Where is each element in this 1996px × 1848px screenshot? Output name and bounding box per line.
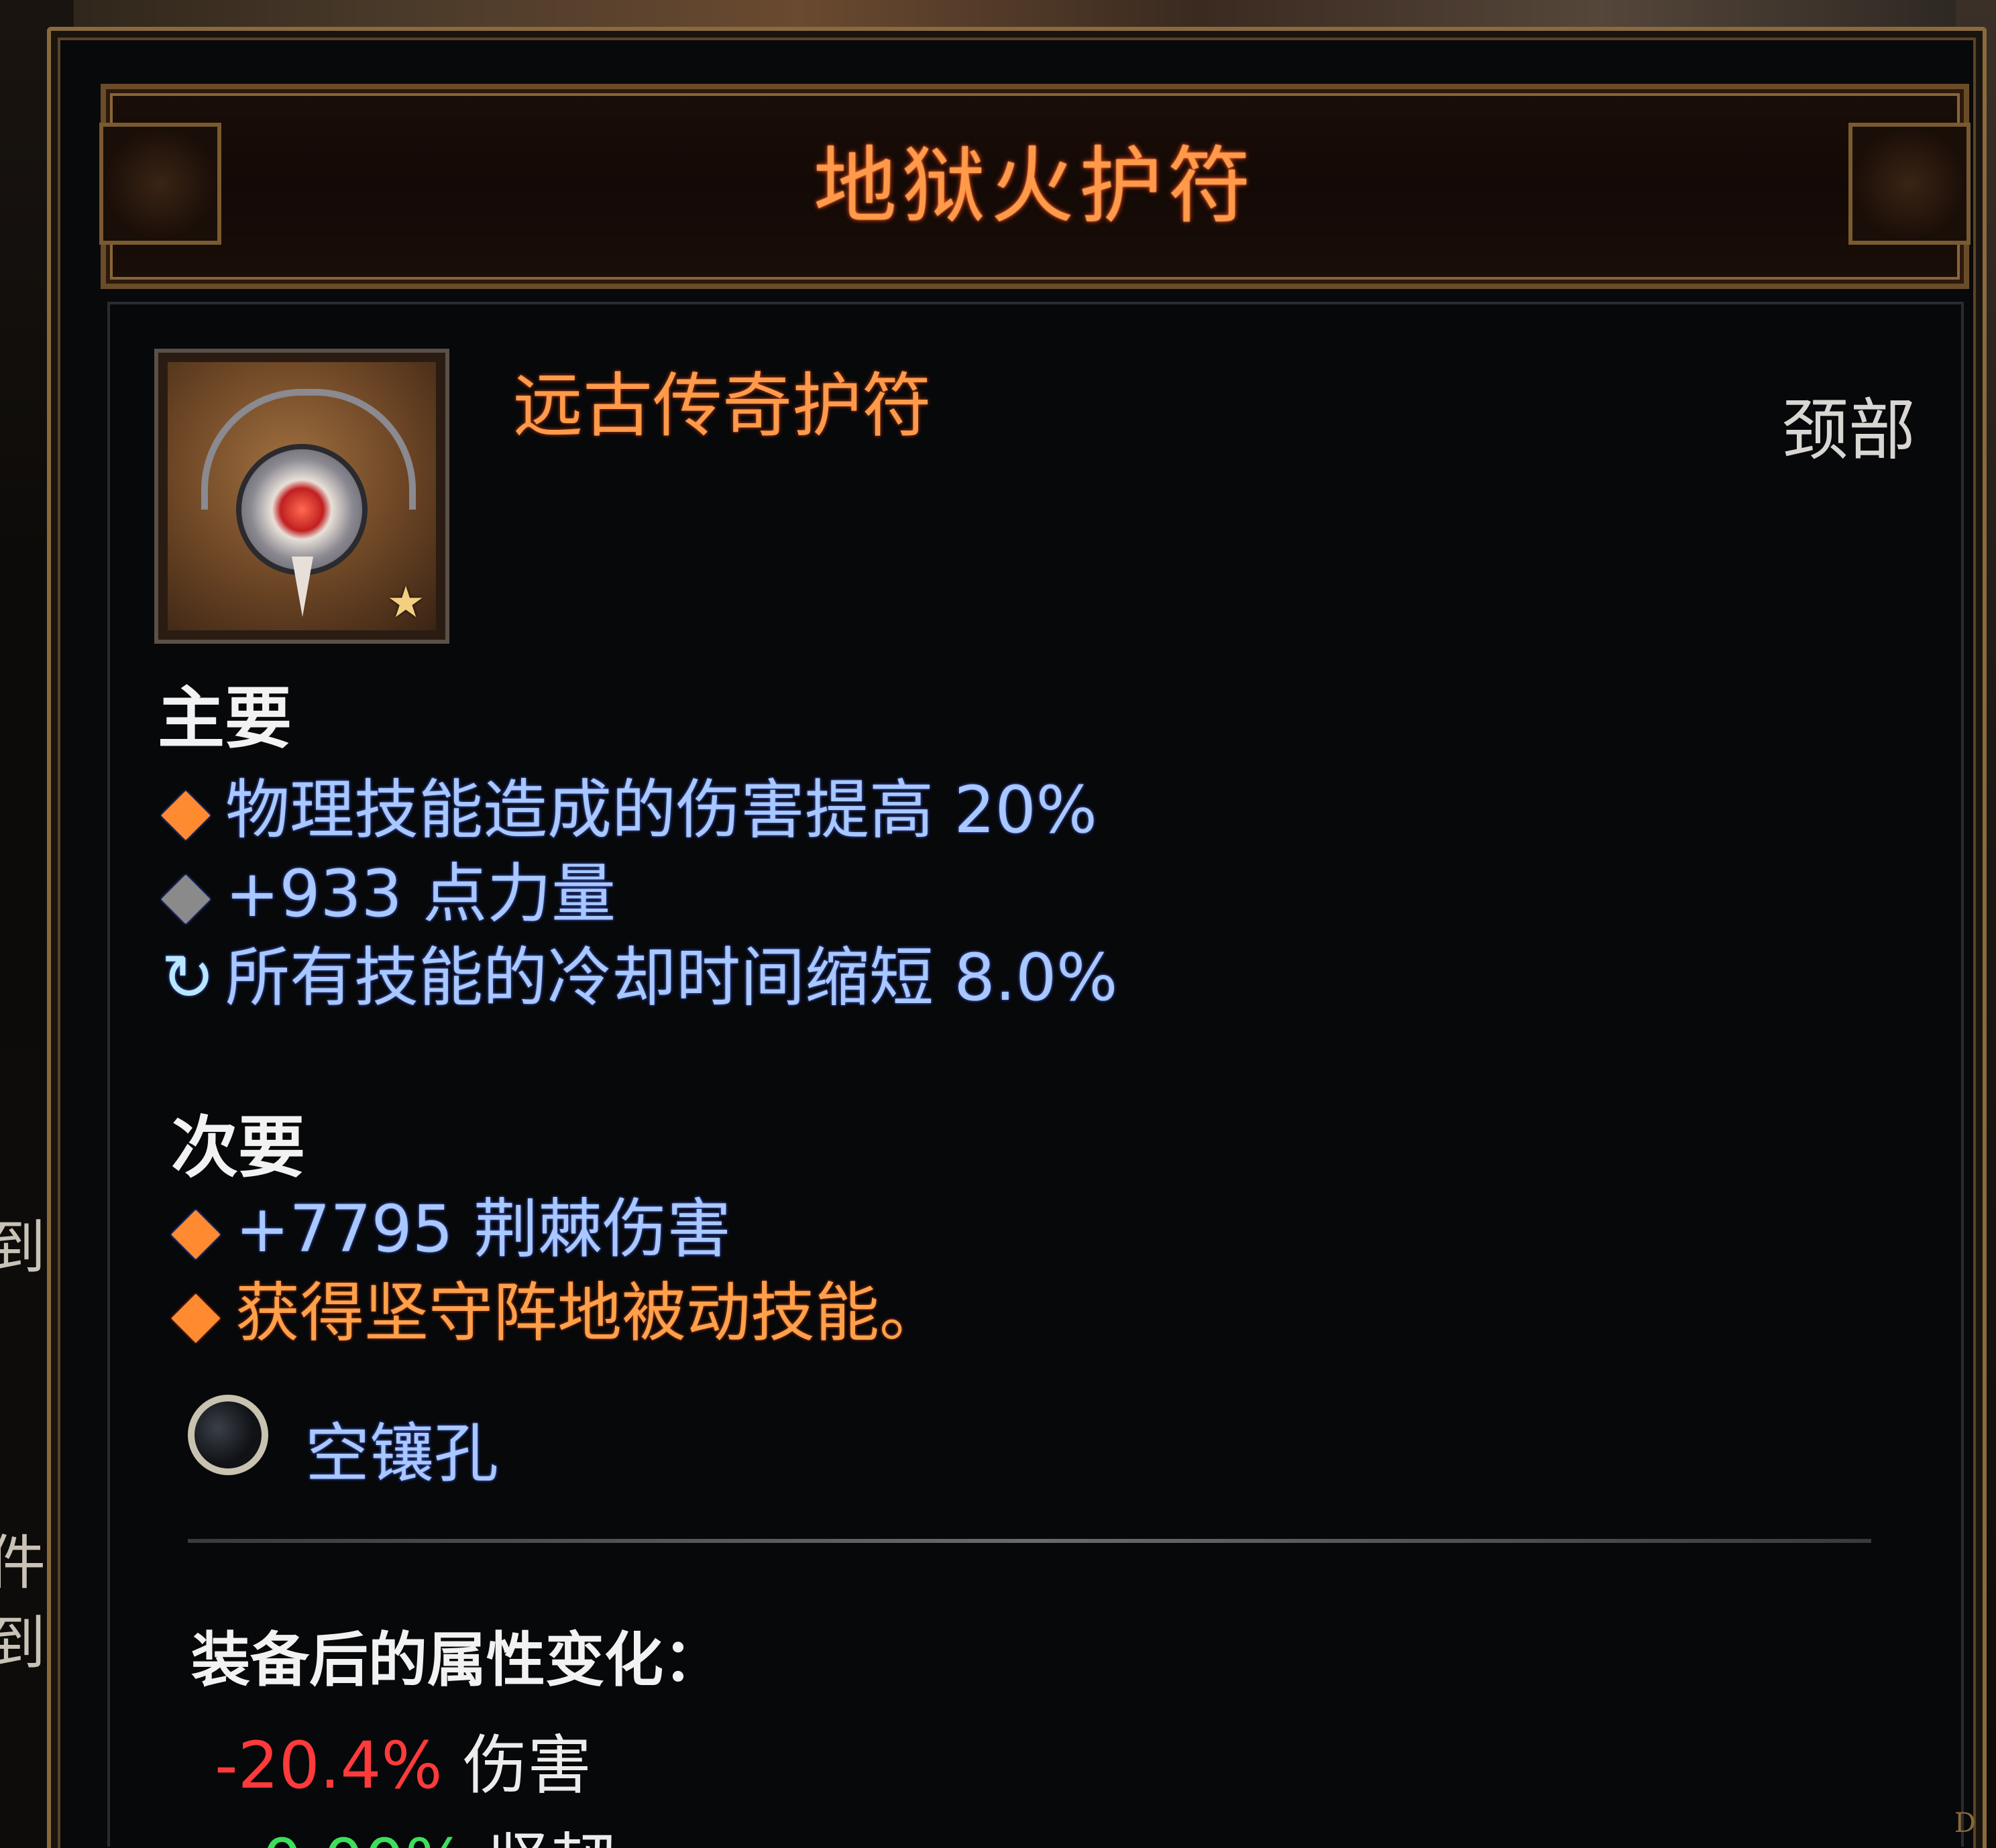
stat-change-value: -20.4% [215, 1728, 443, 1803]
amulet-icon[interactable]: ★ [154, 349, 449, 644]
amulet-gem-icon [241, 449, 362, 570]
affix-text: +933 点力量 [225, 856, 616, 931]
secondary-affix: ◆ +7795 荆棘伤害 [171, 1177, 731, 1270]
tooltip-header: 地狱火护符 [99, 84, 1971, 289]
orange-diamond-icon: ◆ [171, 1192, 221, 1267]
secondary-affix: ◆ 获得坚守阵地被动技能。 [171, 1261, 944, 1354]
item-slot: 颈部 [1781, 391, 1916, 469]
enchant-cycle-icon: ↻ [161, 940, 215, 1015]
stat-change-label: 伤害 [463, 1728, 592, 1803]
stat-change-row: -20.4% 伤害 [215, 1713, 592, 1806]
orange-diamond-icon: ◆ [161, 772, 211, 848]
primary-affix: ◆ 物理技能造成的伤害提高 20% [161, 758, 1097, 851]
affix-text: +7795 荆棘伤害 [235, 1192, 732, 1267]
amulet-spike-icon [292, 557, 313, 617]
affix-text: 获得坚守阵地被动技能。 [235, 1275, 944, 1350]
divider [188, 1539, 1871, 1543]
ancient-star-icon: ★ [386, 578, 425, 628]
side-text-3: 到 [0, 1609, 46, 1678]
stat-change-row: 0.00% 坚韧 [262, 1810, 615, 1848]
stat-change-label: 坚韧 [486, 1825, 615, 1848]
item-name: 地狱火护符 [813, 138, 1256, 235]
orange-diamond-icon: ◆ [171, 1275, 221, 1350]
item-type: 远古传奇护符 [513, 365, 932, 447]
gray-diamond-icon: ◆ [161, 856, 211, 931]
stat-changes-heading: 装备后的属性变化： [191, 1625, 723, 1694]
affix-text: 所有技能的冷却时间缩短 8.0% [225, 940, 1118, 1015]
secondary-heading: 次要 [171, 1108, 305, 1187]
empty-socket-icon [188, 1395, 268, 1475]
primary-affix: ↻ 所有技能的冷却时间缩短 8.0% [161, 925, 1117, 1019]
primary-affix: ◆ +933 点力量 [161, 842, 616, 935]
primary-heading: 主要 [158, 679, 292, 758]
socket-label: 空镶孔 [305, 1416, 498, 1491]
side-text-1: 到 [0, 1213, 46, 1282]
stat-change-value: 0.00% [262, 1825, 466, 1848]
watermark: D [1954, 1808, 1976, 1839]
side-text-2: 件 [0, 1528, 46, 1597]
affix-text: 物理技能造成的伤害提高 20% [225, 772, 1097, 848]
